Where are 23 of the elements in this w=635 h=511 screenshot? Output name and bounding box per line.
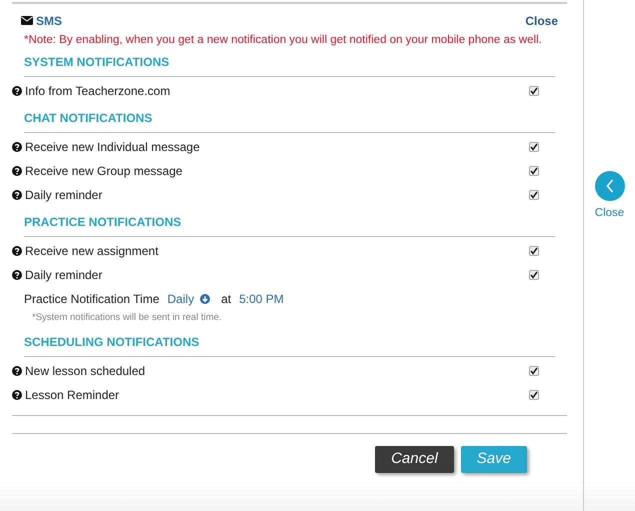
setting-label: New lesson scheduled bbox=[25, 363, 146, 380]
close-link[interactable]: Close bbox=[525, 12, 558, 30]
note-text: *Note: By enabling, when you get a new notification you will get notified on your mobile phone as well. bbox=[23, 33, 543, 48]
setting-label: Daily reminder bbox=[25, 187, 102, 204]
time-setting-label: Practice Notification Time bbox=[24, 291, 160, 308]
setting-label: Info from Teacherzone.com bbox=[25, 83, 170, 100]
time-value[interactable]: 5:00 PM bbox=[239, 290, 284, 308]
setting-label: Receive new assignment bbox=[25, 243, 158, 260]
cancel-button[interactable]: Cancel bbox=[375, 446, 454, 473]
setting-label: Daily reminder bbox=[25, 267, 102, 284]
footnote-text: *System notifications will be sent in real time. bbox=[31, 311, 223, 325]
at-label: at bbox=[221, 291, 232, 308]
section-heading: CHAT NOTIFICATIONS bbox=[24, 106, 555, 133]
setting-label: Receive new Individual message bbox=[25, 139, 200, 156]
save-button[interactable]: Save bbox=[460, 446, 527, 473]
section-heading: SYSTEM NOTIFICATIONS bbox=[24, 50, 555, 77]
section-heading: SCHEDULING NOTIFICATIONS bbox=[24, 330, 555, 357]
section-heading: PRACTICE NOTIFICATIONS bbox=[24, 210, 555, 237]
frequency-dropdown[interactable]: Daily bbox=[167, 290, 194, 308]
setting-label: Receive new Group message bbox=[25, 163, 182, 180]
sms-title: SMS bbox=[36, 12, 62, 30]
setting-label: Lesson Reminder bbox=[25, 387, 120, 404]
close-label[interactable]: Close bbox=[594, 205, 624, 222]
